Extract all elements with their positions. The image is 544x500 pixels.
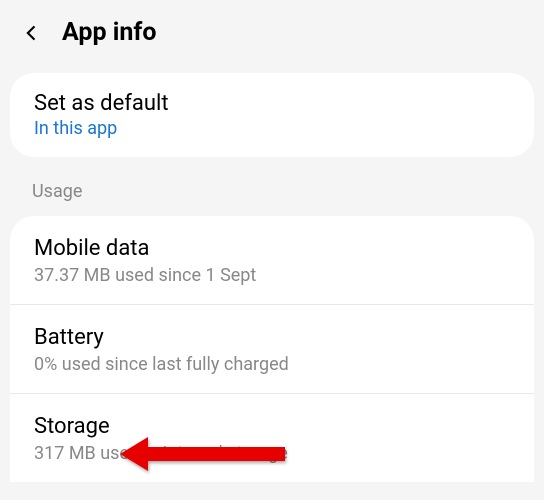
usage-section-header: Usage xyxy=(0,157,544,212)
mobile-data-title: Mobile data xyxy=(34,236,510,261)
page-title: App info xyxy=(62,18,156,47)
header: App info xyxy=(0,0,544,65)
battery-sub: 0% used since last fully charged xyxy=(34,354,510,375)
set-as-default-link: In this app xyxy=(34,118,510,139)
battery-title: Battery xyxy=(34,325,510,350)
battery-item[interactable]: Battery 0% used since last fully charged xyxy=(10,305,534,394)
usage-card: Mobile data 37.37 MB used since 1 Sept B… xyxy=(10,216,534,482)
set-as-default-item[interactable]: Set as default In this app xyxy=(10,73,534,157)
storage-title: Storage xyxy=(34,414,510,439)
default-card[interactable]: Set as default In this app xyxy=(10,73,534,157)
mobile-data-item[interactable]: Mobile data 37.37 MB used since 1 Sept xyxy=(10,216,534,305)
storage-sub: 317 MB used in Internal storage xyxy=(34,443,510,464)
back-icon[interactable] xyxy=(20,21,44,45)
mobile-data-sub: 37.37 MB used since 1 Sept xyxy=(34,265,510,286)
set-as-default-title: Set as default xyxy=(34,91,510,116)
storage-item[interactable]: Storage 317 MB used in Internal storage xyxy=(10,394,534,482)
